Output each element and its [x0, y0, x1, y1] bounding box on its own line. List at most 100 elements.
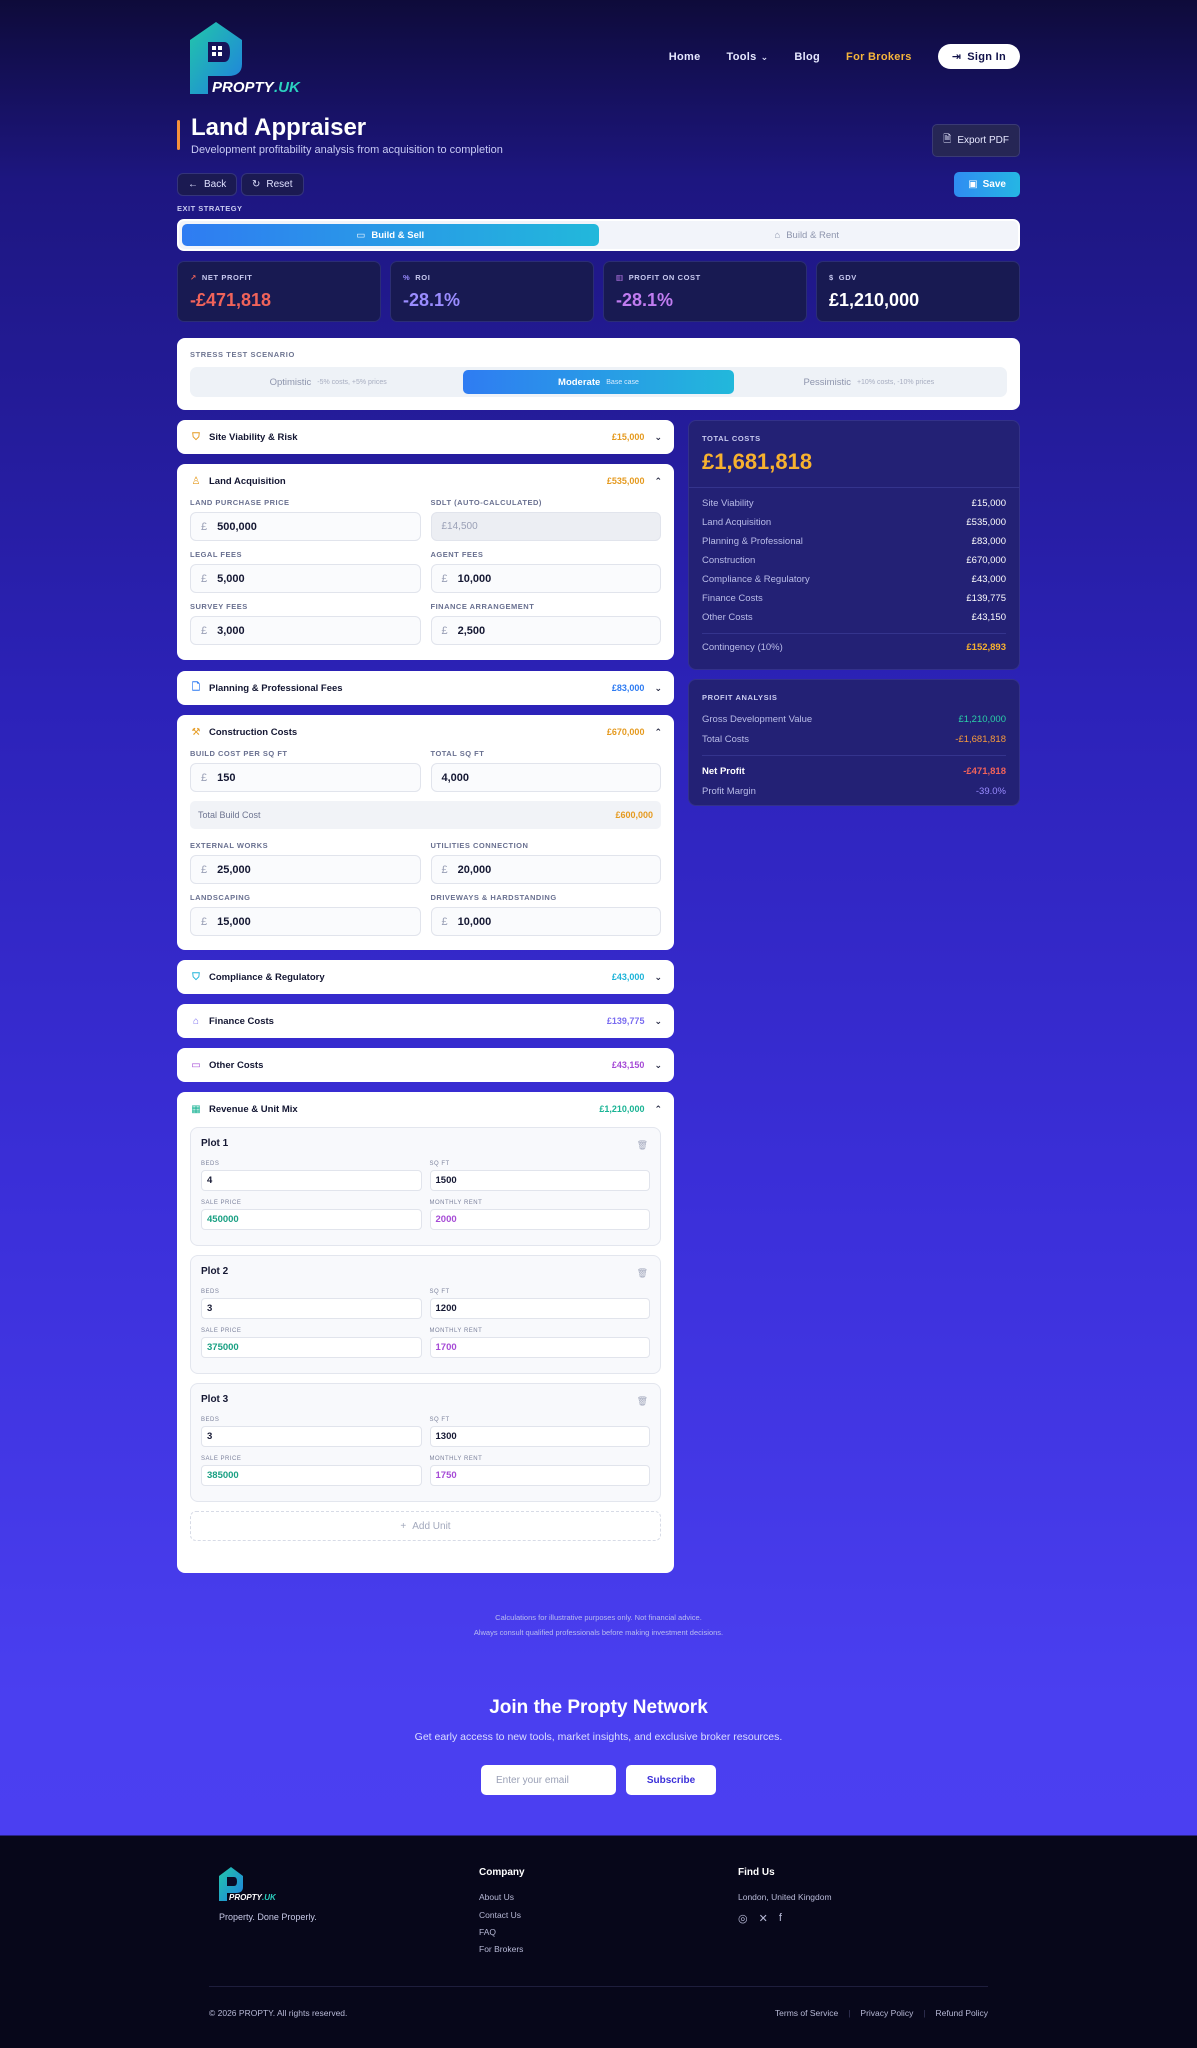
- driveways-input[interactable]: £10,000: [430, 907, 661, 936]
- profit-analysis-panel: PROFIT ANALYSIS Gross Development Value £…: [688, 679, 1020, 806]
- plot-rent-input[interactable]: 2000: [429, 1209, 650, 1230]
- refresh-icon: ↻: [252, 179, 261, 190]
- facebook-icon[interactable]: f: [779, 1912, 782, 1925]
- plot-sqft-input[interactable]: 1500: [429, 1170, 650, 1191]
- kpi-profit-on-cost: ▥ PROFIT ON COST -28.1%: [603, 261, 807, 322]
- privacy-link[interactable]: Privacy Policy: [860, 2008, 913, 2018]
- building-icon: ▦: [191, 1103, 201, 1115]
- section-planning: 🗋 Planning & Professional Fees £83,000 ⌄: [177, 671, 674, 705]
- build-cost-input[interactable]: £150: [190, 763, 421, 792]
- stress-optimistic[interactable]: Optimistic -5% costs, +5% prices: [193, 370, 463, 394]
- nav-tools[interactable]: Tools ⌄: [727, 51, 769, 63]
- section-header[interactable]: ⛉ Compliance & Regulatory £43,000 ⌄: [177, 960, 674, 994]
- land-purchase-input[interactable]: £500,000: [190, 512, 421, 541]
- export-pdf-button[interactable]: 🗎 Export PDF: [932, 124, 1020, 157]
- footer-link-contact[interactable]: Contact Us: [479, 1910, 521, 1920]
- land-fields: LAND PURCHASE PRICE £500,000 SDLT (AUTO-C…: [177, 498, 674, 654]
- footer-tagline: Property. Done Properly.: [219, 1912, 317, 1922]
- plot-sqft-input[interactable]: 1200: [429, 1298, 650, 1319]
- section-header[interactable]: 🗋 Planning & Professional Fees £83,000 ⌄: [177, 671, 674, 705]
- construction-fields-a: BUILD COST PER SQ FT £150 TOTAL SQ FT 4,00…: [177, 749, 674, 801]
- section-header[interactable]: ⚒ Construction Costs £670,000 ⌃: [177, 715, 674, 749]
- total-costs-panel: TOTAL COSTS £1,681,818 Site Viability £15…: [688, 420, 1020, 670]
- gdv-value: £1,210,000: [829, 290, 920, 310]
- instagram-icon[interactable]: ◎: [738, 1912, 748, 1925]
- arrow-left-icon: ←: [188, 179, 198, 190]
- net-profit-row: Net Profit -£471,818: [702, 766, 1006, 777]
- plot-sqft-input[interactable]: 1300: [429, 1426, 650, 1447]
- propty-logo[interactable]: PROPTY .UK: [188, 20, 308, 96]
- plot-sale-input[interactable]: 385000: [201, 1465, 422, 1486]
- landscaping-input[interactable]: £15,000: [190, 907, 421, 936]
- email-input[interactable]: Enter your email: [481, 1765, 616, 1795]
- build-rent-option[interactable]: ⌂ Build & Rent: [599, 224, 1016, 246]
- stress-moderate[interactable]: Moderate Base case: [463, 370, 734, 394]
- footer-link-brokers[interactable]: For Brokers: [479, 1944, 523, 1954]
- trash-icon[interactable]: 🗑: [637, 1140, 648, 1151]
- save-button[interactable]: ▣ Save: [954, 172, 1020, 197]
- section-header[interactable]: ▦ Revenue & Unit Mix £1,210,000 ⌃: [177, 1092, 674, 1126]
- section-header[interactable]: ▭ Other Costs £43,150 ⌄: [177, 1048, 674, 1082]
- footer-logo-text: PROPTY: [229, 1893, 263, 1902]
- trash-icon[interactable]: 🗑: [637, 1396, 648, 1407]
- nav-blog[interactable]: Blog: [794, 51, 820, 63]
- plot-sale-input[interactable]: 375000: [201, 1337, 422, 1358]
- nav-for-brokers[interactable]: For Brokers: [846, 51, 912, 63]
- finance-arrangement-field: FINANCE ARRANGEMENT £2,500: [430, 602, 661, 645]
- terms-link[interactable]: Terms of Service: [775, 2008, 838, 2018]
- plot-card: Plot 3 🗑 BEDS 3 SQ FT 1300 SALE PRICE 38500…: [190, 1383, 661, 1502]
- back-button[interactable]: ← Back: [177, 173, 238, 196]
- kpi-roi: % ROI -28.1%: [390, 261, 594, 322]
- trash-icon[interactable]: 🗑: [637, 1268, 648, 1279]
- sign-in-icon: ⇥: [951, 51, 962, 63]
- agent-fees-input[interactable]: £10,000: [430, 564, 661, 593]
- x-icon[interactable]: ✕: [759, 1912, 768, 1925]
- section-revenue: ▦ Revenue & Unit Mix £1,210,000 ⌃ Plot 1…: [177, 1092, 674, 1573]
- total-build-cost-row: Total Build Cost £600,000: [190, 801, 661, 829]
- roi-value: -28.1%: [403, 290, 461, 310]
- finance-arrangement-input[interactable]: £2,500: [430, 616, 661, 645]
- footer-find-heading: Find Us: [738, 1867, 775, 1878]
- legal-fees-field: LEGAL FEES £5,000: [190, 550, 421, 593]
- total-sqft-input[interactable]: 4,000: [430, 763, 661, 792]
- build-sell-option[interactable]: ▭ Build & Sell: [182, 224, 599, 246]
- plot-beds-input[interactable]: 3: [201, 1298, 422, 1319]
- plot-sale-input[interactable]: 450000: [201, 1209, 422, 1230]
- stress-pessimistic[interactable]: Pessimistic +10% costs, -10% prices: [734, 370, 1004, 394]
- stress-test-card: STRESS TEST SCENARIO Optimistic -5% costs…: [177, 338, 1020, 410]
- footer-logo[interactable]: PROPTY .UK: [218, 1866, 276, 1902]
- section-header[interactable]: ⛉ Site Viability & Risk £15,000 ⌄: [177, 420, 674, 454]
- plot-beds-input[interactable]: 3: [201, 1426, 422, 1447]
- contingency-row: Contingency (10%) £152,893: [702, 642, 1006, 653]
- footer-link-faq[interactable]: FAQ: [479, 1927, 496, 1937]
- utilities-input[interactable]: £20,000: [430, 855, 661, 884]
- add-unit-button[interactable]: + Add Unit: [190, 1511, 661, 1541]
- cost-row: Planning & Professional £83,000: [702, 536, 1006, 547]
- plot-rent-input[interactable]: 1750: [429, 1465, 650, 1486]
- section-header[interactable]: ♙ Land Acquisition £535,000 ⌃: [177, 464, 674, 498]
- cost-row: Construction £670,000: [702, 555, 1006, 566]
- sign-in-button[interactable]: ⇥ Sign In: [937, 44, 1020, 69]
- reset-button[interactable]: ↻ Reset: [241, 173, 304, 196]
- dollar-icon: $: [829, 273, 834, 282]
- legal-fees-input[interactable]: £5,000: [190, 564, 421, 593]
- external-works-input[interactable]: £25,000: [190, 855, 421, 884]
- exit-strategy-label: EXIT STRATEGY: [177, 204, 243, 213]
- divider: |: [923, 2008, 926, 2018]
- bar-chart-icon: ▥: [616, 273, 624, 282]
- nav-home[interactable]: Home: [669, 51, 701, 63]
- plot-beds-input[interactable]: 4: [201, 1170, 422, 1191]
- gdv-row: Gross Development Value £1,210,000: [702, 714, 1006, 725]
- section-header[interactable]: ⌂ Finance Costs £139,775 ⌄: [177, 1004, 674, 1038]
- cost-row: Other Costs £43,150: [702, 612, 1006, 623]
- footer-link-about[interactable]: About Us: [479, 1892, 514, 1902]
- subscribe-button[interactable]: Subscribe: [626, 1765, 716, 1795]
- footer-location: London, United Kingdom: [738, 1892, 832, 1902]
- utilities-field: UTILITIES CONNECTION £20,000: [430, 841, 661, 884]
- plot-rent-input[interactable]: 1700: [429, 1337, 650, 1358]
- refund-link[interactable]: Refund Policy: [936, 2008, 988, 2018]
- cost-row: Land Acquisition £535,000: [702, 517, 1006, 528]
- chevron-down-icon: ⌄: [654, 431, 662, 442]
- survey-fees-input[interactable]: £3,000: [190, 616, 421, 645]
- total-costs-label: TOTAL COSTS: [702, 434, 761, 443]
